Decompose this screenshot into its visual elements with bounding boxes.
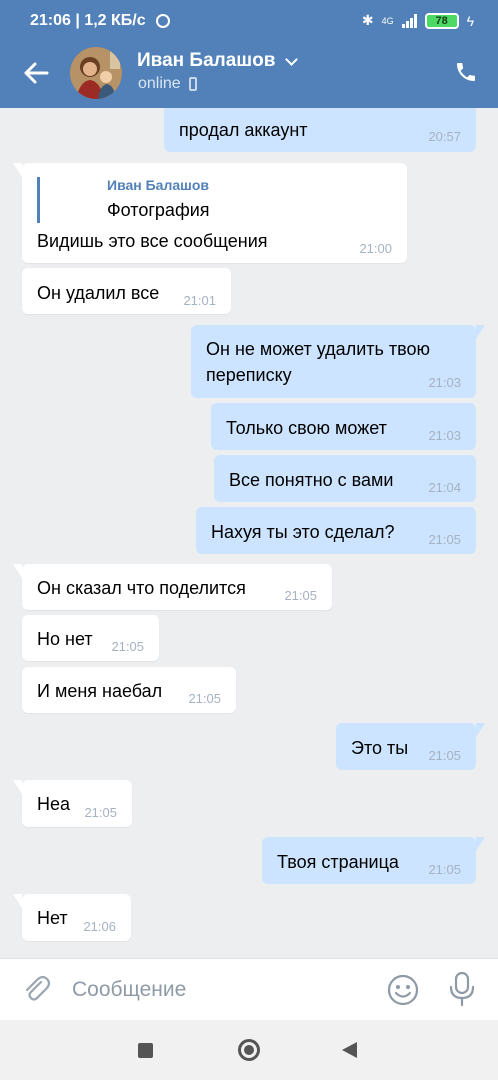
back-button[interactable] [14,56,58,90]
message-time: 21:03 [428,428,461,443]
status-time-speed: 21:06 | 1,2 КБ/с [30,12,146,29]
outgoing-message[interactable]: Твоя страница 21:05 [262,837,485,884]
outgoing-message[interactable]: Это ты 21:05 [336,723,485,770]
outgoing-message[interactable]: Он не может удалить твою переписку 21:03 [191,325,485,398]
outgoing-message[interactable]: Нахуя ты это сделал? 21:05 [196,507,476,554]
battery-icon: 78 [424,12,459,29]
message-text: переписку [206,365,292,385]
message-text: Нет [37,908,68,928]
mic-button[interactable] [446,971,478,1007]
message-time: 21:05 [428,532,461,547]
outgoing-message[interactable]: Все понятно с вами 21:04 [214,455,476,502]
avatar-image [70,47,122,99]
alarm-icon [155,14,170,28]
system-nav-bar [0,1020,498,1080]
status-left: 21:06 | 1,2 КБ/с [30,12,170,30]
message-text: Он удалил все [37,283,160,303]
incoming-message[interactable]: Он удалил все 21:01 [22,268,231,314]
message-time: 21:05 [84,805,117,820]
home-button[interactable] [238,1039,260,1061]
contact-name: Иван Балашов [137,50,276,71]
message-time: 21:05 [111,639,144,654]
message-list[interactable]: продал аккаунт 20:57 Иван Балашов Фотогр… [0,0,498,958]
message-time: 21:03 [428,375,461,390]
message-time: 21:05 [428,748,461,763]
message-input[interactable] [72,975,362,1005]
status-right: ✱ 4G 78 ϟ [362,12,474,29]
forward-text: Фотография [107,200,210,220]
incoming-message[interactable]: Неа 21:05 [13,780,132,827]
incoming-message[interactable]: Но нет 21:05 [22,615,159,661]
avatar[interactable] [70,47,122,99]
message-text: Видишь это все сообщения [37,231,268,251]
mic-icon [449,971,475,1007]
message-time: 21:00 [359,241,392,256]
message-time: 21:01 [183,293,216,308]
network-type: 4G [381,15,394,26]
mobile-device-icon [188,77,197,91]
chevron-down-icon [285,52,299,66]
attach-icon [25,975,51,1001]
message-text: Все понятно с вами [229,470,394,490]
emoji-icon [387,974,419,1006]
incoming-message[interactable]: Нет 21:06 [13,894,131,941]
message-text: Он сказал что поделится [37,578,246,598]
system-back-button[interactable] [342,1042,357,1058]
call-icon [457,63,475,81]
forward-bar [37,177,40,223]
incoming-message[interactable]: И меня наебал 21:05 [22,667,236,713]
message-time: 21:06 [83,919,116,934]
outgoing-message[interactable]: Только свою может 21:03 [211,403,476,450]
call-button[interactable] [450,56,482,88]
attach-button[interactable] [20,973,52,1005]
message-time: 21:05 [428,862,461,877]
forward-author[interactable]: Иван Балашов [107,177,209,193]
status-bar: 21:06 | 1,2 КБ/с ✱ 4G 78 ϟ [0,0,498,44]
battery-level: 78 [435,14,448,27]
message-time: 21:04 [428,480,461,495]
chat-header: 21:06 | 1,2 КБ/с ✱ 4G 78 ϟ Иван Балашов … [0,0,498,108]
chat-title[interactable]: Иван Балашов [137,50,299,72]
message-text: Нахуя ты это сделал? [211,522,395,542]
message-text: Неа [37,794,71,814]
incoming-message[interactable]: Иван Балашов Фотография Видишь это все с… [13,163,407,263]
message-text: продал аккаунт [179,120,308,140]
message-text: Твоя страница [277,852,399,872]
charging-icon: ϟ [466,12,474,29]
incoming-message[interactable]: Он сказал что поделится 21:05 [13,564,332,610]
message-time: 21:05 [284,588,317,603]
message-time: 20:57 [428,129,461,144]
message-text: Это ты [351,738,409,758]
message-text: Но нет [37,629,93,649]
message-text: Только свою может [226,418,387,438]
message-text: И меня наебал [37,681,163,701]
emoji-button[interactable] [386,973,420,1007]
message-text: Он не может удалить твою [206,339,430,359]
contact-status: online [138,75,197,93]
message-time: 21:05 [188,691,221,706]
signal-icon [401,13,417,28]
recent-apps-button[interactable] [138,1043,153,1058]
message-composer [0,958,498,1020]
bluetooth-icon: ✱ [361,12,374,28]
online-status: online [138,75,181,92]
back-arrow-icon [24,62,49,84]
